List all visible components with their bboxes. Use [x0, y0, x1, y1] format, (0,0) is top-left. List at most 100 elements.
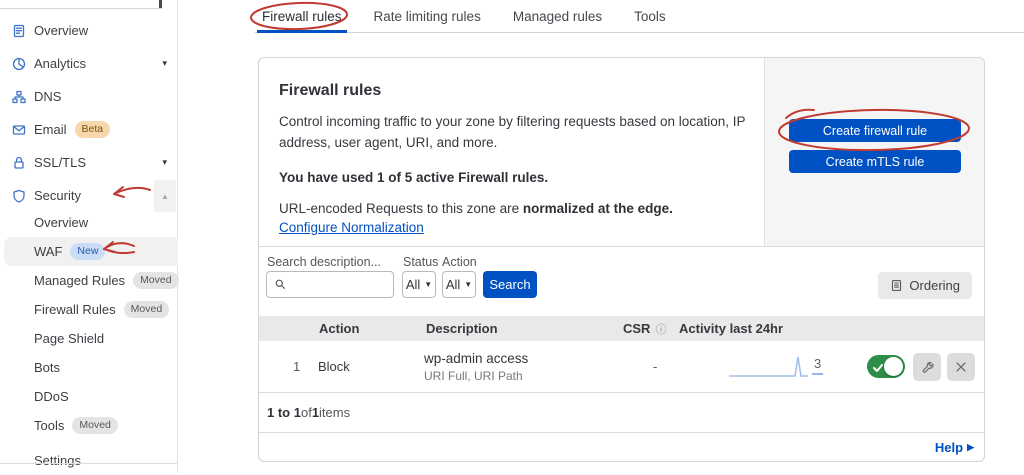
- sidebar-item-label: Managed Rules: [34, 273, 126, 288]
- ordering-button[interactable]: Ordering: [878, 272, 972, 299]
- sidebar-item-analytics[interactable]: Analytics ▾: [0, 47, 178, 80]
- moved-badge: Moved: [72, 417, 118, 434]
- search-field[interactable]: [266, 271, 394, 298]
- sidebar-item-label: Tools: [34, 418, 65, 433]
- firewall-rules-overview-section: Firewall rules Control incoming traffic …: [259, 58, 984, 246]
- tab-firewall-rules[interactable]: Firewall rules: [257, 0, 347, 33]
- sidebar-item-settings[interactable]: Settings: [0, 446, 178, 475]
- sidebar-nav: Overview Analytics ▾ DNS Email Beta SSL/…: [0, 14, 178, 212]
- rule-fields: URI Full, URI Path: [424, 369, 523, 383]
- sidebar-item-label: Overview: [34, 215, 89, 230]
- rule-csr-value: -: [653, 359, 658, 374]
- sidebar-item-label: Bots: [34, 360, 61, 375]
- action-label: Action: [442, 255, 477, 269]
- sidebar-item-firewall-rules[interactable]: Firewall Rules Moved: [0, 295, 178, 324]
- section-title: Firewall rules: [279, 82, 382, 99]
- new-badge: New: [70, 243, 106, 260]
- waf-tabs: Firewall rules Rate limiting rules Manag…: [255, 0, 1024, 33]
- rule-enabled-toggle[interactable]: [867, 355, 905, 378]
- section-description: Control incoming traffic to your zone by…: [279, 114, 746, 150]
- sidebar-item-waf[interactable]: WAF New: [4, 237, 178, 266]
- help-link[interactable]: Help ▶: [935, 440, 974, 455]
- list-document-icon: [892, 280, 902, 291]
- sidebar-item-label: DDoS: [34, 389, 69, 404]
- chevron-down-icon: ▼: [424, 280, 433, 289]
- scrollbar-thumb[interactable]: [159, 0, 162, 8]
- chevron-down-icon[interactable]: ▾: [162, 58, 167, 69]
- ordering-button-label: Ordering: [909, 278, 960, 293]
- sidebar-item-overview[interactable]: Overview: [0, 14, 178, 47]
- rules-filter-bar: Search description... Status Action All ▼…: [259, 246, 984, 316]
- create-rule-panel: Create firewall rule Create mTLS rule: [764, 58, 984, 246]
- items-word: items: [319, 405, 351, 420]
- activity-sparkline: [729, 356, 808, 377]
- column-header-description: Description: [426, 321, 498, 336]
- sidebar-item-label: Overview: [34, 23, 89, 38]
- table-row: 1 Block wp-admin access URI Full, URI Pa…: [259, 341, 984, 393]
- rules-table-header: Action Description CSR ⓘ Activity last 2…: [259, 316, 984, 341]
- help-row: Help ▶: [259, 433, 984, 462]
- beta-badge: Beta: [74, 121, 111, 138]
- chevron-down-icon[interactable]: ▾: [162, 157, 167, 168]
- status-select[interactable]: All ▼: [402, 271, 436, 298]
- sidebar-item-managed-rules[interactable]: Managed Rules Moved: [0, 266, 179, 295]
- firewall-rules-card: Firewall rules Control incoming traffic …: [258, 57, 985, 462]
- close-icon: [956, 362, 966, 372]
- info-icon[interactable]: ⓘ: [655, 321, 666, 337]
- sidebar-item-label: DNS: [34, 89, 62, 104]
- status-label: Status: [403, 255, 439, 269]
- sidebar-item-ddos[interactable]: DDoS: [0, 382, 178, 411]
- create-firewall-rule-button[interactable]: Create firewall rule: [789, 119, 961, 142]
- sidebar-item-email[interactable]: Email Beta: [0, 113, 178, 146]
- column-header-csr: CSR ⓘ: [623, 316, 666, 341]
- sidebar-divider: [0, 8, 162, 9]
- sidebar-item-label: SSL/TLS: [34, 155, 87, 170]
- column-header-activity: Activity last 24hr: [679, 321, 784, 336]
- sidebar-item-label: Page Shield: [34, 331, 105, 346]
- search-input[interactable]: [292, 277, 387, 292]
- sidebar-security-subnav: Overview WAF New Managed Rules Moved Fir…: [0, 208, 179, 475]
- sidebar-item-label: WAF: [34, 244, 63, 259]
- clipboard-icon: [11, 23, 27, 39]
- sidebar-item-label: Settings: [34, 453, 81, 468]
- tab-rate-limiting-rules[interactable]: Rate limiting rules: [369, 0, 486, 33]
- network-icon: [11, 89, 27, 105]
- firewall-rules-description-area: Firewall rules Control incoming traffic …: [259, 58, 766, 237]
- create-mtls-rule-button[interactable]: Create mTLS rule: [789, 150, 961, 173]
- sidebar-item-dns[interactable]: DNS: [0, 80, 178, 113]
- sidebar-item-page-shield[interactable]: Page Shield: [0, 324, 178, 353]
- sidebar-item-bots[interactable]: Bots: [0, 353, 178, 382]
- rule-name: wp-admin access: [424, 351, 529, 366]
- envelope-icon: [11, 122, 27, 138]
- action-select[interactable]: All ▼: [442, 271, 476, 298]
- sidebar-item-label: Analytics: [34, 56, 87, 71]
- activity-count-link[interactable]: 3: [812, 356, 824, 375]
- moved-badge: Moved: [133, 272, 179, 289]
- normalization-note-text: URL-encoded Requests to this zone are: [279, 200, 523, 216]
- lock-icon: [11, 155, 27, 171]
- chevron-up-icon: ▲: [161, 191, 169, 201]
- configure-normalization-link[interactable]: Configure Normalization: [279, 220, 424, 235]
- action-select-value: All: [445, 277, 461, 292]
- sidebar-item-ssl-tls[interactable]: SSL/TLS ▾: [0, 146, 178, 179]
- toggle-knob: [884, 357, 903, 376]
- delete-rule-button[interactable]: [947, 353, 975, 381]
- arrow-right-icon: ▶: [967, 442, 974, 452]
- sidebar-item-security-overview[interactable]: Overview: [0, 208, 178, 237]
- normalization-note: URL-encoded Requests to this zone are no…: [279, 201, 748, 216]
- section-collapse-indicator[interactable]: ▲: [154, 180, 176, 212]
- sidebar: Overview Analytics ▾ DNS Email Beta SSL/…: [0, 0, 179, 475]
- tab-managed-rules[interactable]: Managed rules: [508, 0, 607, 33]
- search-button[interactable]: Search: [483, 271, 537, 298]
- search-icon: [275, 279, 285, 289]
- sidebar-bottom-divider: [0, 463, 177, 464]
- items-total: 1: [311, 405, 320, 420]
- shield-icon: [11, 188, 27, 204]
- search-label: Search description...: [267, 255, 381, 269]
- sidebar-item-tools[interactable]: Tools Moved: [0, 411, 178, 440]
- usage-summary: You have used 1 of 5 active Firewall rul…: [279, 169, 549, 185]
- rule-action: Block: [318, 359, 350, 374]
- edit-rule-button[interactable]: [913, 353, 941, 381]
- items-count: 1 to 1 of 1 items: [259, 393, 984, 433]
- tab-tools[interactable]: Tools: [629, 0, 671, 33]
